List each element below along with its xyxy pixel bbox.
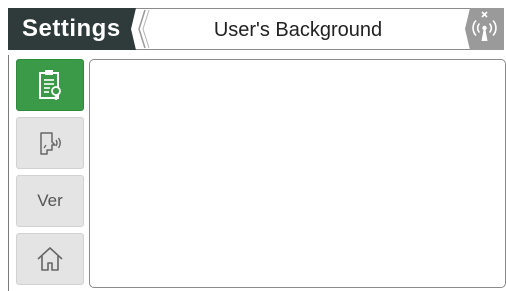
- sidebar-item-voice[interactable]: [16, 117, 84, 169]
- signal-status-button[interactable]: [464, 8, 504, 50]
- voice-command-icon: [40, 132, 61, 155]
- left-border-line: [8, 55, 9, 291]
- content-panel: [89, 59, 506, 288]
- sidebar: Ver: [16, 59, 84, 289]
- settings-title: Settings: [22, 15, 121, 42]
- sidebar-item-version[interactable]: Ver: [16, 175, 84, 227]
- signal-off-icon: [472, 11, 497, 41]
- sidebar-item-home[interactable]: [16, 233, 84, 285]
- clipboard-settings-icon: [39, 70, 61, 100]
- settings-screen: Settings User's Background Ver: [0, 0, 506, 291]
- page-title: User's Background: [213, 19, 383, 41]
- home-icon: [37, 247, 63, 271]
- header-bar: Settings User's Background: [8, 8, 504, 50]
- sidebar-item-user-background[interactable]: [16, 59, 84, 111]
- version-label: Ver: [37, 191, 63, 210]
